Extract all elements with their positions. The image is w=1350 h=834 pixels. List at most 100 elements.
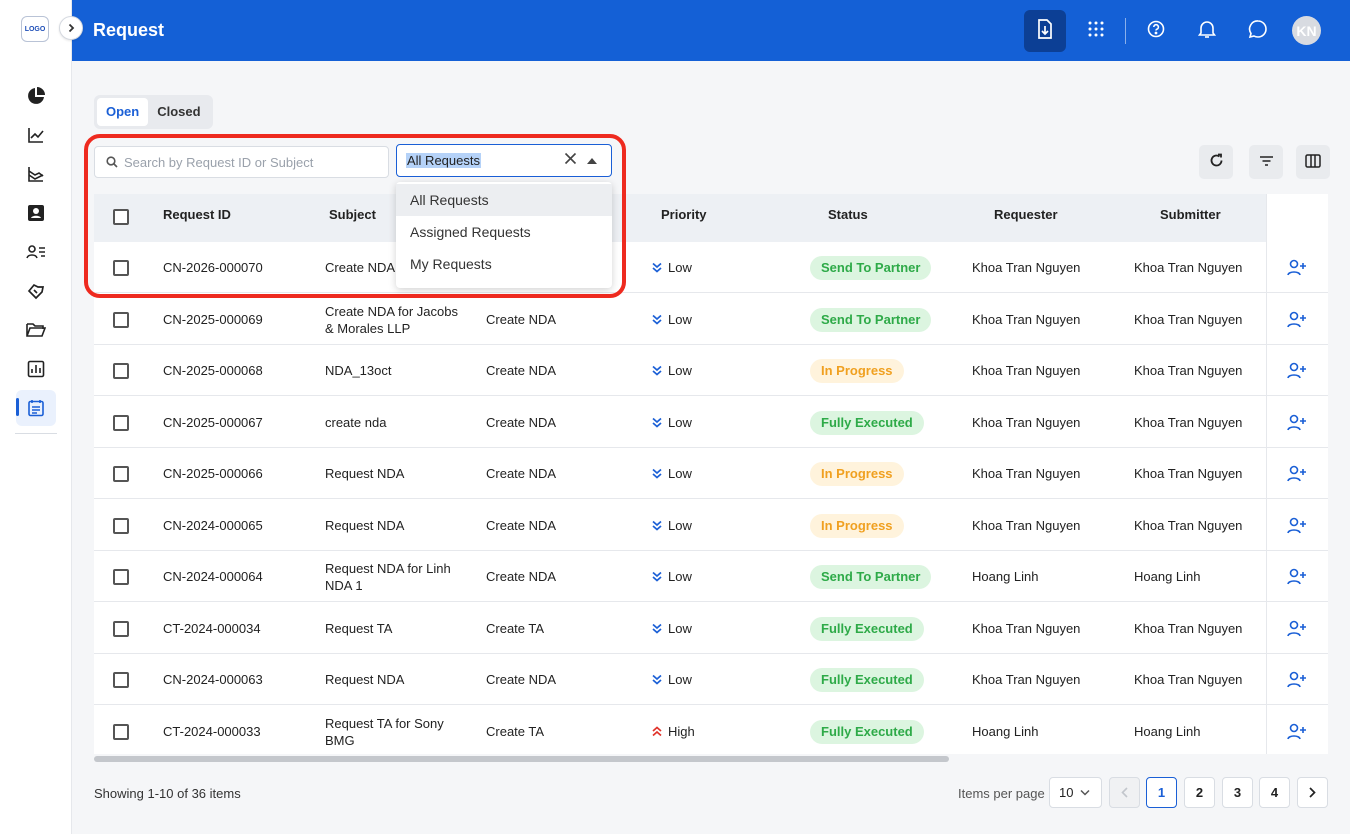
column-header-status[interactable]: Status [828,194,868,242]
app-logo[interactable]: LOGO [21,16,49,42]
request-id-cell[interactable]: CN-2025-000066 [163,448,263,499]
column-header-priority[interactable]: Priority [661,194,707,242]
request-filter-select[interactable]: All Requests [396,144,612,177]
column-header-subject[interactable]: Subject [329,194,376,242]
assign-user-button[interactable] [1267,551,1328,602]
table-row[interactable]: CN-2025-000067 create nda Create NDA Low Ful… [94,397,1328,448]
pagination-page-2[interactable]: 2 [1184,777,1215,808]
table-row[interactable]: CN-2024-000063 Request NDA Create NDA Low Fu… [94,654,1328,705]
assign-user-button[interactable] [1267,242,1328,293]
request-id-cell[interactable]: CT-2024-000033 [163,706,261,754]
messages-button[interactable] [1237,10,1279,52]
row-checkbox-cell[interactable] [113,448,129,499]
assign-user-button[interactable] [1267,706,1328,754]
table-row[interactable]: CN-2024-000064 Request NDA for Linh NDA 1… [94,551,1328,602]
scrollbar-thumb[interactable] [94,756,949,762]
table-row[interactable]: CN-2025-000066 Request NDA Create NDA Low In… [94,448,1328,499]
sidebar-item-dashboard[interactable] [0,76,72,115]
request-type-cell: Create NDA [486,466,557,481]
select-all-checkbox[interactable] [113,209,129,225]
apps-button[interactable] [1075,10,1117,52]
row-checkbox-cell[interactable] [113,242,129,293]
assign-user-button[interactable] [1267,448,1328,499]
help-button[interactable] [1135,10,1177,52]
sidebar-item-contacts[interactable] [0,193,72,232]
tab-open[interactable]: Open [97,98,149,126]
row-checkbox-cell[interactable] [113,603,129,654]
pagination-page-4[interactable]: 4 [1259,777,1290,808]
row-checkbox[interactable] [113,259,129,276]
row-checkbox-cell[interactable] [113,294,129,345]
row-checkbox[interactable] [113,414,129,431]
table-row[interactable]: CN-2026-000070 Create NDA Low Send To Partn… [94,242,1328,293]
column-header-submitter[interactable]: Submitter [1160,194,1221,242]
table-row[interactable]: CT-2024-000034 Request TA Create TA Low Full… [94,603,1328,654]
table-row[interactable]: CT-2024-000033 Request TA for Sony BMG Cre… [94,706,1328,754]
user-avatar[interactable]: KN [1292,16,1321,45]
assign-user-button[interactable] [1267,345,1328,396]
filter-button[interactable] [1249,145,1283,179]
dropdown-option-assigned-requests[interactable]: Assigned Requests [396,216,612,248]
table-row[interactable]: CN-2025-000069 Create NDA for Jacobs & Mo… [94,294,1328,345]
row-checkbox[interactable] [113,671,129,688]
table-row[interactable]: CN-2025-000068 NDA_13oct Create NDA Low In P… [94,345,1328,396]
row-checkbox-cell[interactable] [113,500,129,551]
assign-user-button[interactable] [1267,654,1328,705]
caret-up-icon[interactable] [587,158,597,164]
row-checkbox-cell[interactable] [113,706,129,754]
assign-user-button[interactable] [1267,294,1328,345]
notifications-button[interactable] [1186,10,1228,52]
dropdown-option-my-requests[interactable]: My Requests [396,248,612,280]
sidebar-item-requests[interactable] [0,388,72,427]
pagination-prev-button[interactable] [1109,777,1140,808]
row-checkbox-cell[interactable] [113,654,129,705]
refresh-button[interactable] [1199,145,1233,179]
assign-user-button[interactable] [1267,500,1328,551]
pagination-page-1[interactable]: 1 [1146,777,1177,808]
column-header-request-id[interactable]: Request ID [163,194,231,242]
request-id-cell[interactable]: CN-2026-000070 [163,242,263,293]
request-id-cell[interactable]: CN-2024-000063 [163,654,263,705]
tab-closed[interactable]: Closed [148,98,209,126]
chart-line-icon [16,156,56,192]
sidebar-item-deals[interactable] [0,271,72,310]
row-checkbox[interactable] [113,311,129,328]
row-checkbox[interactable] [113,568,129,585]
sidebar-item-users[interactable] [0,232,72,271]
horizontal-scrollbar[interactable] [94,755,1328,763]
items-per-page-select[interactable]: 10 [1049,777,1102,808]
request-id-cell[interactable]: CN-2025-000067 [163,397,263,448]
sidebar-item-statistics[interactable] [0,349,72,388]
table-row[interactable]: CN-2024-000065 Request NDA Create NDA Low In… [94,500,1328,551]
sidebar-nav [0,76,72,434]
sidebar-toggle-button[interactable] [59,16,83,40]
search-input[interactable]: Search by Request ID or Subject [94,146,389,178]
row-checkbox[interactable] [113,517,129,534]
row-checkbox-cell[interactable] [113,397,129,448]
columns-button[interactable] [1296,145,1330,179]
row-checkbox[interactable] [113,465,129,482]
pagination-next-button[interactable] [1297,777,1328,808]
row-checkbox[interactable] [113,620,129,637]
request-id-cell[interactable]: CT-2024-000034 [163,603,261,654]
row-checkbox[interactable] [113,723,129,740]
download-button[interactable] [1024,9,1066,52]
sidebar-item-folders[interactable] [0,310,72,349]
assign-user-button[interactable] [1267,397,1328,448]
request-id-cell[interactable]: CN-2024-000065 [163,500,263,551]
request-id-cell[interactable]: CN-2025-000069 [163,294,263,345]
row-checkbox-cell[interactable] [113,345,129,396]
sidebar-item-reports[interactable] [0,154,72,193]
assign-user-button[interactable] [1267,603,1328,654]
clear-icon[interactable] [564,152,577,168]
status-tabs: Open Closed [94,95,213,129]
column-header-requester[interactable]: Requester [994,194,1058,242]
row-checkbox-cell[interactable] [113,551,129,602]
request-id-cell[interactable]: CN-2024-000064 [163,551,263,602]
trend-line-icon [16,117,56,153]
pagination-page-3[interactable]: 3 [1222,777,1253,808]
dropdown-option-all-requests[interactable]: All Requests [396,184,612,216]
row-checkbox[interactable] [113,362,129,379]
sidebar-item-analytics[interactable] [0,115,72,154]
request-id-cell[interactable]: CN-2025-000068 [163,345,263,396]
